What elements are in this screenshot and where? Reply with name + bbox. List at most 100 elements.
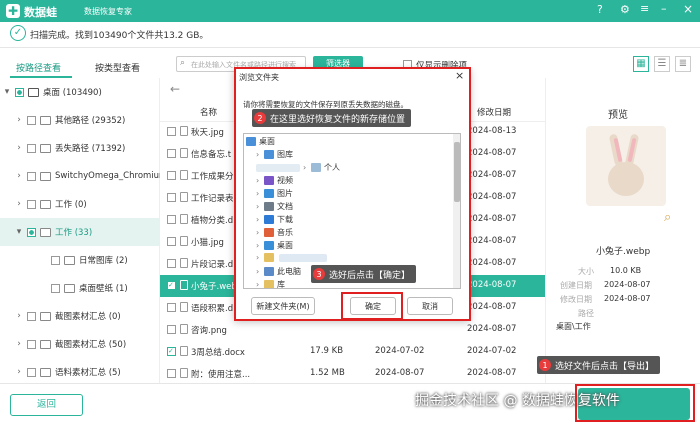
minimize-icon[interactable]: – xyxy=(661,2,667,15)
tree-expand-icon[interactable]: › xyxy=(14,367,24,377)
file-modified: 2024-08-07 xyxy=(467,302,517,312)
tree-item[interactable]: › 丢失路径 (71392) xyxy=(0,134,160,162)
tree-item[interactable]: › 截图素材汇总 (0) xyxy=(0,302,160,330)
back-arrow-icon[interactable]: ← xyxy=(170,82,180,96)
file-icon xyxy=(180,280,188,290)
tree-checkbox[interactable] xyxy=(27,143,36,153)
tree-item[interactable]: › 语料素材汇总 (5) xyxy=(0,358,160,386)
file-checkbox[interactable] xyxy=(167,193,176,202)
help-icon[interactable]: ? xyxy=(597,3,603,16)
file-modified: 2024-08-07 xyxy=(467,280,517,290)
app-subtitle: 数据恢复专家 xyxy=(84,7,132,16)
tree-item[interactable]: 桌面壁纸 (1) xyxy=(0,274,160,302)
folder-icon xyxy=(40,115,51,125)
tree-expand-icon[interactable]: ▾ xyxy=(14,227,24,237)
preview-created-value: 2024-08-07 xyxy=(604,280,651,289)
tree-item[interactable]: 日常图库 (2) xyxy=(0,246,160,274)
tree-checkbox[interactable] xyxy=(51,255,60,265)
folder-icon xyxy=(40,339,51,349)
folder-icon xyxy=(40,171,51,181)
file-name: 附：使用注意... xyxy=(191,370,251,380)
file-modified: 2024-08-07 xyxy=(467,148,517,158)
tree-item-label: 丢失路径 (71392) xyxy=(55,144,126,154)
tree-checkbox[interactable] xyxy=(27,339,36,349)
scan-status-text: 扫描完成。找到103490个文件共13.2 GB。 xyxy=(30,31,209,41)
file-checkbox[interactable] xyxy=(167,215,176,224)
file-modified: 2024-08-07 xyxy=(467,368,517,378)
file-checkbox[interactable] xyxy=(167,171,176,180)
tree-expand-icon[interactable]: ▾ xyxy=(2,87,12,97)
preview-created-label: 创建日期 xyxy=(560,281,592,290)
file-checkbox[interactable] xyxy=(167,127,176,136)
file-checkbox[interactable] xyxy=(167,259,176,268)
column-modified[interactable]: 修改日期 xyxy=(477,106,511,118)
tree-expand-icon[interactable]: › xyxy=(14,339,24,349)
file-checkbox[interactable] xyxy=(167,149,176,158)
file-checkbox[interactable]: ✓ xyxy=(167,347,176,356)
tip-confirm: 3 选好后点击【确定】 xyxy=(311,265,417,283)
file-size: 1.52 MB xyxy=(310,368,345,378)
folder-icon xyxy=(40,367,51,377)
detail-view-icon[interactable]: ≣ xyxy=(675,56,691,72)
tree-expand-icon[interactable]: › xyxy=(14,311,24,321)
settings-icon[interactable]: ⚙ xyxy=(620,3,630,16)
tip-location: 2 在这里选好恢复文件的新存储位置 xyxy=(252,109,412,127)
tree-checkbox[interactable] xyxy=(51,283,60,293)
file-modified: 2024-08-07 xyxy=(467,258,517,268)
tree-item[interactable]: › 其他路径 (29352) xyxy=(0,106,160,134)
preview-modified-value: 2024-08-07 xyxy=(604,294,651,303)
preview-modified-label: 修改日期 xyxy=(560,295,592,304)
tree-checkbox[interactable] xyxy=(15,87,24,97)
tree-expand-icon[interactable]: › xyxy=(14,199,24,209)
tree-item[interactable]: › 截图素材汇总 (50) xyxy=(0,330,160,358)
preview-filename: 小兔子.webp xyxy=(596,247,651,257)
back-button[interactable]: 返回 xyxy=(10,394,83,416)
close-icon[interactable]: × xyxy=(683,2,693,16)
tree-item[interactable]: › 工作 (0) xyxy=(0,190,160,218)
file-icon xyxy=(180,368,188,378)
file-checkbox[interactable]: ✓ xyxy=(167,281,176,290)
file-name: 咨询.png xyxy=(191,326,227,336)
menu-icon[interactable]: ≡ xyxy=(640,2,649,15)
list-view-icon[interactable]: ☰ xyxy=(654,56,670,72)
tree-checkbox[interactable] xyxy=(27,227,36,237)
tree-checkbox[interactable] xyxy=(27,115,36,125)
preview-size-value: 10.0 KB xyxy=(610,266,642,275)
tab-by-path[interactable]: 按路径查看 xyxy=(16,61,61,74)
tree-checkbox[interactable] xyxy=(27,199,36,209)
tree-item-label: 日常图库 (2) xyxy=(79,256,128,266)
folder-icon xyxy=(64,283,75,293)
file-checkbox[interactable] xyxy=(167,303,176,312)
tree-expand-icon[interactable]: › xyxy=(14,171,24,181)
preview-size-label: 大小 xyxy=(578,267,594,276)
file-row[interactable]: ✓ 3周总结.docx 17.9 KB 2024-07-02 2024-07-02 xyxy=(160,341,545,363)
folder-icon xyxy=(40,311,51,321)
file-checkbox[interactable] xyxy=(167,237,176,246)
tab-by-type[interactable]: 按类型查看 xyxy=(95,61,140,74)
tree-checkbox[interactable] xyxy=(27,171,36,181)
tip-location-text: 在这里选好恢复文件的新存储位置 xyxy=(270,114,406,125)
file-icon xyxy=(180,148,188,158)
grid-view-icon[interactable]: ▦ xyxy=(633,56,649,72)
tree-expand-icon[interactable]: › xyxy=(14,115,24,125)
file-row[interactable]: 咨询.png 2024-08-07 xyxy=(160,319,545,341)
file-icon xyxy=(180,170,188,180)
tree-item[interactable]: ▾ 桌面 (103490) xyxy=(0,78,160,106)
file-row[interactable]: 附：使用注意... 1.52 MB 2024-08-07 2024-08-07 xyxy=(160,363,545,385)
file-icon xyxy=(180,302,188,312)
file-checkbox[interactable] xyxy=(167,325,176,334)
tree-expand-icon[interactable]: › xyxy=(14,143,24,153)
file-icon xyxy=(180,214,188,224)
app-name: 数据蛙 xyxy=(24,6,57,19)
tree-item[interactable]: ▾ 工作 (33) xyxy=(0,218,160,246)
preview-title: 预览 xyxy=(608,110,628,121)
tree-checkbox[interactable] xyxy=(27,367,36,377)
tree-item-label: 工作 (0) xyxy=(55,200,87,210)
column-name[interactable]: 名称 xyxy=(200,106,217,118)
tree-item-label: 桌面 (103490) xyxy=(43,88,102,98)
zoom-icon[interactable]: ⌕ xyxy=(664,210,671,225)
file-modified: 2024-08-07 xyxy=(467,192,517,202)
tree-checkbox[interactable] xyxy=(27,311,36,321)
file-checkbox[interactable] xyxy=(167,369,176,378)
tree-item[interactable]: › SwitchyOmega_Chromium xyxy=(0,162,160,190)
